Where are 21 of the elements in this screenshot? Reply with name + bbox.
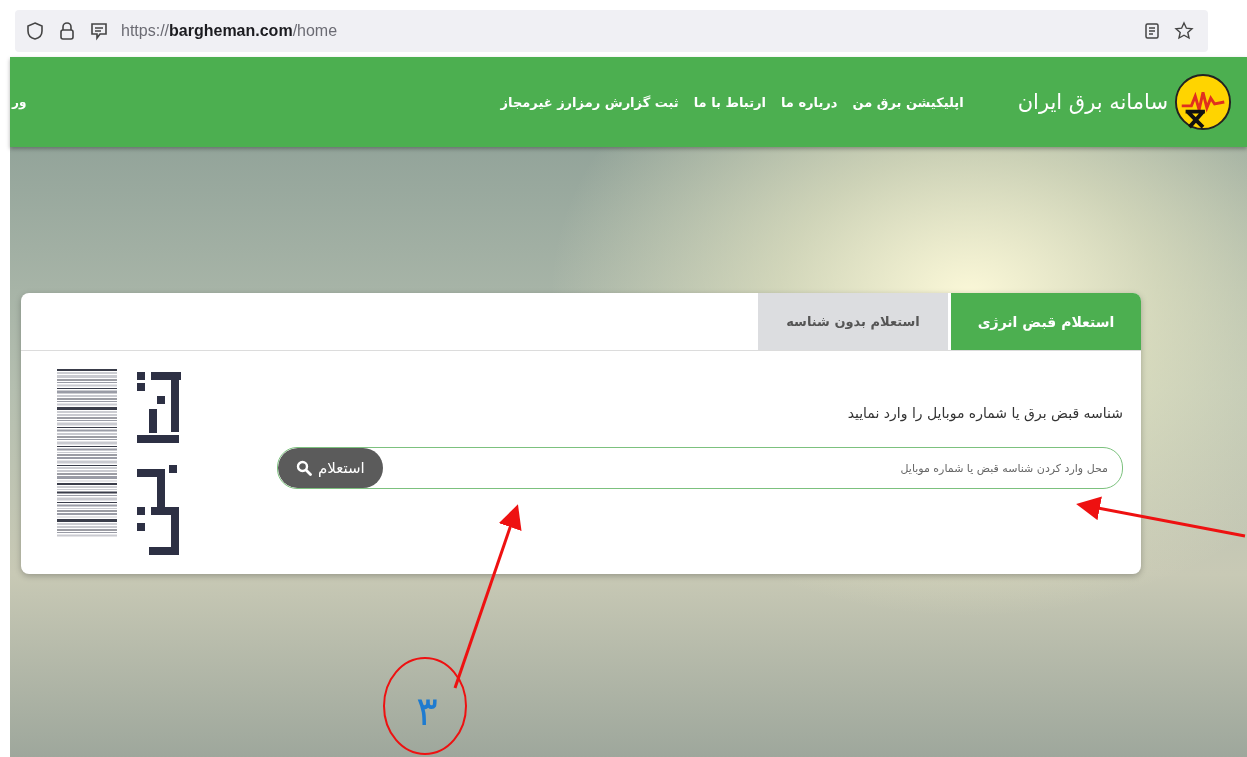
nav-link[interactable]: اپلیکیشن برق من [852,94,964,110]
nav-link[interactable]: ور [12,95,27,109]
annotation-number: ۳ [416,688,438,734]
reader-view-icon[interactable] [1142,21,1162,41]
shield-icon [25,21,45,41]
nav-link[interactable]: درباره ما [780,94,838,110]
star-icon[interactable] [1174,21,1194,41]
address-bar[interactable]: https://bargheman.com/home [15,10,1208,52]
page-icon [89,21,109,41]
tab[interactable]: استعلام بدون شناسه [758,293,948,350]
nav-link[interactable]: ارتباط با ما [693,94,766,110]
lightning-logo-icon [1174,73,1232,131]
inquiry-button[interactable]: استعلام [278,448,383,488]
search-icon [296,460,312,476]
site-title[interactable]: سامانه برق ایران [1017,90,1168,114]
tab[interactable]: استعلام قبض انرژی [951,293,1141,350]
search-field[interactable]: محل وارد کردن شناسه قبض یا شماره موبایل استعلام [277,447,1123,489]
instruction-text: شناسه قبض برق یا شماره موبایل را وارد نمایید [846,405,1123,421]
lock-icon [57,21,77,41]
nav-link[interactable]: ثبت گزارش رمزارز غیرمجاز [500,94,679,110]
url-text: https://bargheman.com/home [121,22,338,40]
